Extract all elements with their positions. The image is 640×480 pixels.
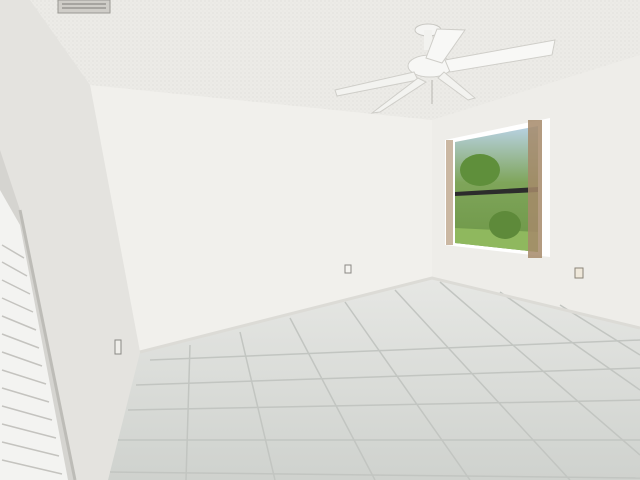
electrical-outlet-back (344, 264, 352, 274)
electrical-outlet-right (574, 267, 584, 279)
empty-room-scene (0, 0, 640, 480)
air-vent (57, 0, 111, 14)
window (445, 118, 550, 258)
electrical-outlet-left (114, 339, 122, 355)
room-illustration (0, 0, 640, 480)
